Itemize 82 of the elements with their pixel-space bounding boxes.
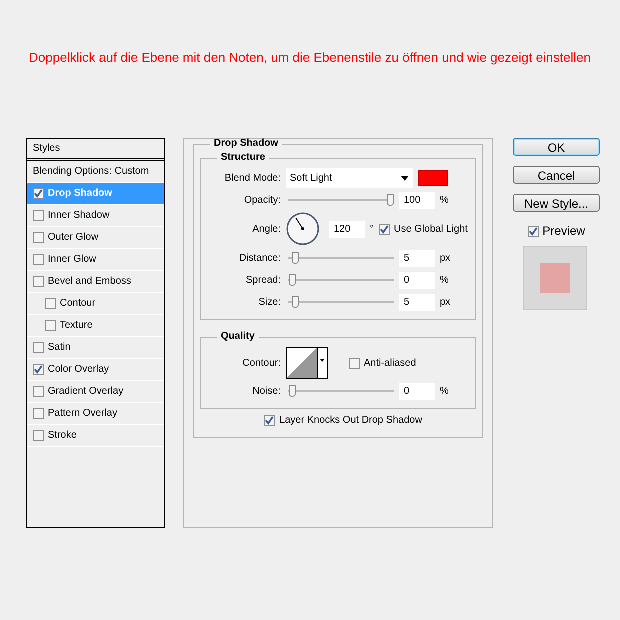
style-list-item[interactable]: Texture <box>27 315 164 337</box>
field-label: Distance: <box>238 252 281 266</box>
field-label: Opacity: <box>243 194 281 208</box>
checkbox[interactable] <box>33 254 44 265</box>
item-label: Drop Shadow <box>48 187 112 201</box>
style-list-item[interactable]: Inner Shadow <box>27 205 164 227</box>
contour-picker[interactable] <box>286 347 328 379</box>
dialog-button[interactable]: Cancel <box>513 166 600 184</box>
style-list-item[interactable]: Stroke <box>27 425 164 447</box>
checkbox[interactable] <box>33 364 44 375</box>
style-list-item[interactable]: Bevel and Emboss <box>27 271 164 293</box>
style-list-item[interactable]: Inner Glow <box>27 249 164 271</box>
checkbox-label: Layer Knocks Out Drop Shadow <box>280 414 422 428</box>
input-field[interactable]: 5 <box>399 294 435 310</box>
checkbox[interactable] <box>33 342 44 353</box>
field-label: Contour: <box>242 356 281 370</box>
item-label: Pattern Overlay <box>48 407 118 421</box>
style-list-item[interactable]: Satin <box>27 337 164 359</box>
caret-icon <box>401 176 409 180</box>
input-field[interactable]: 0 <box>399 382 435 400</box>
checkbox[interactable] <box>45 298 56 309</box>
checkbox[interactable] <box>264 414 275 426</box>
preview-square <box>540 263 570 293</box>
input-field[interactable]: 0 <box>399 272 435 288</box>
group-title: Structure <box>220 153 266 163</box>
unit-label: % <box>440 274 449 288</box>
style-list-item[interactable]: Contour <box>27 293 164 315</box>
angle-dial-icon[interactable] <box>286 212 320 246</box>
item-label: Color Overlay <box>48 363 110 377</box>
checkbox[interactable] <box>379 224 390 234</box>
style-list-item[interactable]: Pattern Overlay <box>27 403 164 425</box>
item-label: Bevel and Emboss <box>48 275 132 289</box>
checkbox[interactable] <box>33 276 44 287</box>
unit-label: % <box>440 194 449 208</box>
input-field[interactable]: 120 <box>329 220 365 238</box>
dialog-button[interactable]: New Style... <box>513 194 600 212</box>
item-label: Gradient Overlay <box>48 385 124 399</box>
field-label: Noise: <box>252 384 281 398</box>
item-label: Contour <box>60 297 96 311</box>
checkbox-label: Use Global Light <box>394 222 468 236</box>
checkbox[interactable] <box>33 210 44 221</box>
item-label: Satin <box>48 341 71 355</box>
section-title: Drop Shadow <box>213 139 280 149</box>
item-label: Stroke <box>48 429 77 443</box>
field-label: Blend Mode: <box>224 172 281 186</box>
input-field[interactable]: 100 <box>399 192 435 208</box>
item-label: Inner Shadow <box>48 209 110 223</box>
field-label: Spread: <box>244 274 281 288</box>
checkbox-label: Anti-aliased <box>364 356 416 370</box>
checkbox[interactable] <box>33 188 44 199</box>
group-title: Quality <box>220 332 256 342</box>
slider-thumb[interactable] <box>289 274 296 286</box>
checkbox-label: Preview <box>542 223 586 240</box>
dialog-button[interactable]: OK <box>513 138 600 156</box>
checkbox[interactable] <box>33 408 44 419</box>
input-field[interactable]: 5 <box>399 250 435 266</box>
slider-thumb[interactable] <box>292 252 299 264</box>
panel-title: Styles <box>27 139 164 161</box>
unit-label: ° <box>370 222 374 236</box>
style-list-item[interactable]: Outer Glow <box>27 227 164 249</box>
field-label: Angle: <box>252 222 281 236</box>
checkbox[interactable] <box>33 430 44 441</box>
checkbox[interactable] <box>33 232 44 243</box>
checkbox[interactable] <box>349 358 360 368</box>
item-label: Outer Glow <box>48 231 99 245</box>
field-label: Size: <box>258 296 281 310</box>
unit-label: % <box>440 384 449 398</box>
instruction-heading: Doppelklick auf die Ebene mit den Noten, um die Ebenenstile zu öffnen und wie gezeigt einstellen <box>28 49 592 67</box>
slider-thumb[interactable] <box>387 194 394 206</box>
checkbox[interactable] <box>33 386 44 397</box>
color-swatch[interactable] <box>418 170 448 186</box>
item-label: Texture <box>60 319 93 333</box>
item-label: Inner Glow <box>48 253 96 267</box>
blend-mode-dropdown[interactable]: Soft Light <box>286 168 413 188</box>
checkbox[interactable] <box>45 320 56 331</box>
slider-thumb[interactable] <box>289 385 296 397</box>
unit-label: px <box>440 296 451 310</box>
slider-thumb[interactable] <box>292 296 299 308</box>
style-list-item[interactable]: Color Overlay <box>27 359 164 381</box>
unit-label: px <box>440 252 451 266</box>
style-list-item[interactable]: Gradient Overlay <box>27 381 164 403</box>
checkbox[interactable] <box>528 226 539 236</box>
